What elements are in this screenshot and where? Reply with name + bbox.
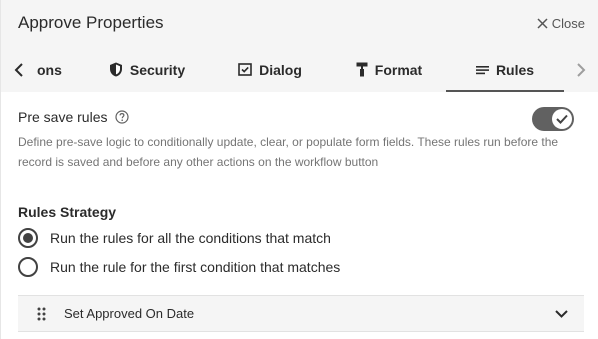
tab-scroll-right[interactable]	[563, 47, 598, 92]
expand-button[interactable]	[538, 309, 584, 318]
check-icon	[556, 114, 568, 124]
tab-security[interactable]: Security	[101, 47, 193, 92]
radio-button[interactable]	[18, 257, 38, 277]
chevron-down-icon	[554, 309, 568, 318]
tab-format[interactable]: Format	[347, 47, 431, 92]
panel-header: Approve Properties Close ons Security Di…	[1, 0, 598, 92]
rule-item[interactable]: Set Approved On Date	[18, 295, 584, 332]
active-tab-indicator	[446, 90, 564, 92]
tab-dialog[interactable]: Dialog	[231, 47, 309, 92]
presave-header: Pre save rules	[18, 109, 130, 125]
presave-description: Define pre-save logic to conditionally u…	[18, 135, 559, 169]
rules-list-icon	[475, 65, 489, 74]
rule-label: Set Approved On Date	[64, 306, 195, 321]
toggle-knob	[552, 109, 572, 129]
strategy-option-all[interactable]: Run the rules for all the conditions tha…	[18, 228, 331, 248]
presave-label: Pre save rules	[18, 109, 108, 125]
tab-label: ons	[37, 61, 62, 78]
chevron-right-icon	[577, 62, 586, 77]
tab-label: Dialog	[259, 61, 302, 78]
drag-handle[interactable]	[18, 307, 64, 321]
panel-title: Approve Properties	[18, 13, 164, 32]
shield-icon	[109, 62, 122, 77]
radio-label: Run the rules for all the conditions tha…	[50, 230, 331, 246]
close-button[interactable]: Close	[537, 16, 585, 31]
tab-label: Rules	[495, 61, 535, 78]
drag-handle-icon	[37, 307, 45, 320]
radio-label: Run the rule for the first condition tha…	[50, 259, 341, 275]
paint-roller-icon	[356, 62, 368, 77]
checkbox-window-icon	[238, 63, 252, 76]
close-icon	[537, 18, 548, 29]
strategy-title: Rules Strategy	[18, 204, 117, 220]
strategy-option-first[interactable]: Run the rule for the first condition tha…	[18, 257, 340, 277]
radio-button[interactable]	[18, 228, 38, 248]
properties-panel: Approve Properties Close ons Security Di…	[0, 0, 598, 339]
help-icon[interactable]	[115, 110, 130, 124]
tab-scroll-left[interactable]	[1, 47, 37, 92]
close-label: Close	[551, 16, 585, 31]
presave-toggle[interactable]	[532, 107, 574, 131]
tab-rules[interactable]: Rules	[446, 47, 564, 92]
tab-bar: ons Security Dialog Format Rules	[1, 47, 598, 92]
chevron-left-icon	[14, 62, 23, 77]
tab-actions[interactable]: ons	[37, 47, 77, 92]
tab-label: Security	[129, 61, 186, 78]
tab-label: Format	[374, 61, 423, 78]
